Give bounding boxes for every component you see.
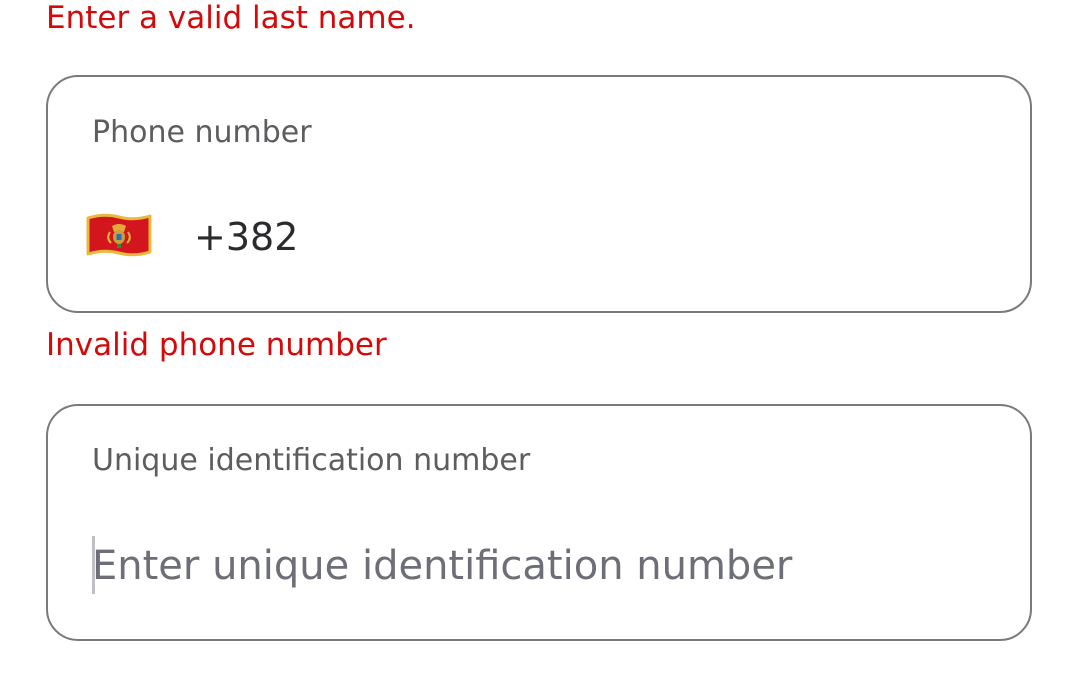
last-name-error-message: Enter a valid last name.	[46, 0, 416, 36]
phone-error-message: Invalid phone number	[46, 327, 387, 363]
form-section: Enter a valid last name. Phone number +3…	[0, 0, 1080, 685]
country-dial-code[interactable]: +382	[194, 215, 298, 259]
unique-identification-field[interactable]: Unique identification number	[46, 404, 1032, 641]
phone-number-field[interactable]: Phone number +382	[46, 75, 1032, 313]
phone-number-label: Phone number	[92, 115, 312, 150]
unique-identification-label: Unique identification number	[92, 443, 531, 478]
montenegro-flag-icon[interactable]	[86, 212, 152, 258]
unique-identification-input[interactable]	[92, 538, 992, 594]
text-cursor	[92, 536, 95, 594]
